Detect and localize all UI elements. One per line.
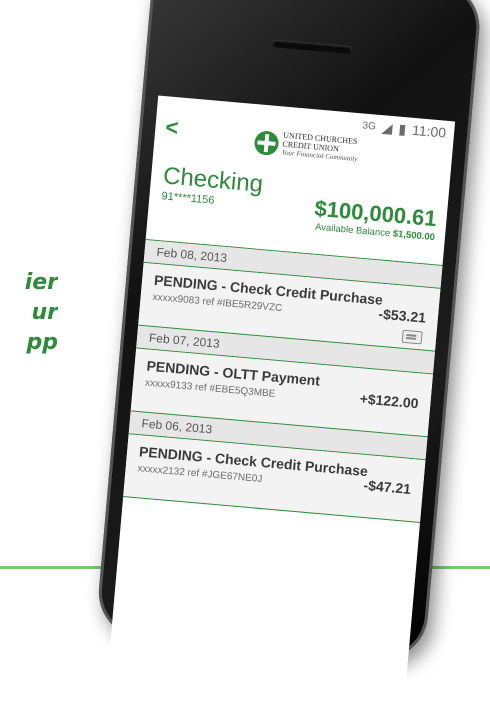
- transaction-amount: +$122.00: [359, 390, 420, 412]
- phone-speaker: [271, 39, 353, 55]
- transaction-list: Feb 08, 2013 PENDING - Check Credit Purc…: [123, 238, 443, 523]
- transaction-amount: -$53.21: [377, 305, 427, 326]
- tagline-line-2: ur: [31, 300, 58, 325]
- clock: 11:00: [411, 121, 447, 141]
- phone-screen: 3G ◢ ▮ 11:00 < UNITED CHURCHES CREDIT UN…: [105, 95, 456, 720]
- tagline-line-1: ier: [24, 270, 58, 295]
- back-icon[interactable]: <: [164, 114, 179, 141]
- available-value: $1,500.00: [392, 228, 436, 244]
- phone-body: 3G ◢ ▮ 11:00 < UNITED CHURCHES CREDIT UN…: [95, 0, 484, 720]
- battery-icon: ▮: [397, 120, 407, 137]
- receipt-icon[interactable]: [401, 329, 423, 345]
- transaction-amount: -$47.21: [362, 476, 412, 498]
- tagline-line-3: pp: [26, 330, 59, 355]
- promo-tagline: ier ur pp: [0, 268, 58, 358]
- network-label: 3G: [362, 119, 377, 133]
- signal-icon: ◢: [381, 118, 394, 136]
- cross-logo-icon: [253, 129, 280, 156]
- phone-device: 3G ◢ ▮ 11:00 < UNITED CHURCHES CREDIT UN…: [95, 0, 484, 720]
